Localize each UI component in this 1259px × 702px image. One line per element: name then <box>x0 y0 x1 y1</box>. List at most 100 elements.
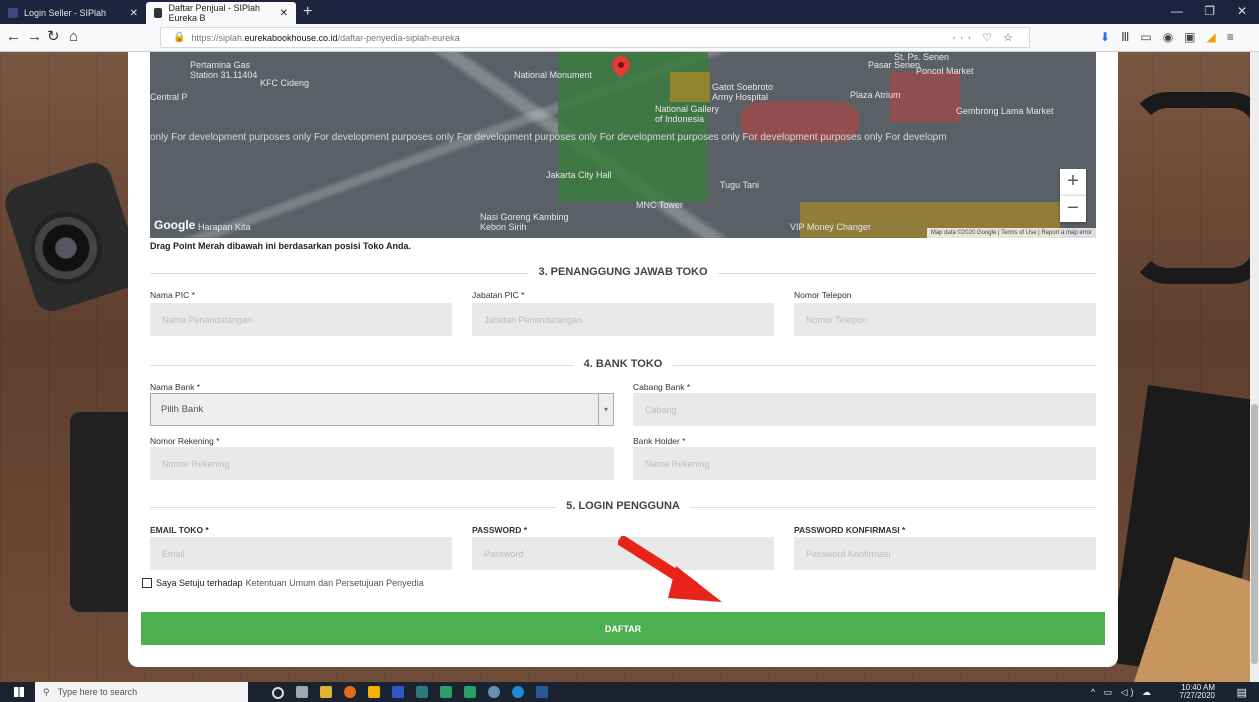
map-label: Poncol Market <box>916 66 974 76</box>
map-dev-watermark: only For development purposes only For d… <box>150 132 947 143</box>
map-label: Plaza Atrium <box>850 90 901 100</box>
section-header-bank: 4. BANK TOKO <box>150 358 1096 372</box>
scrollbar-thumb[interactable] <box>1251 404 1258 664</box>
agree-checkbox[interactable] <box>142 578 152 588</box>
tab-daftar-penjual[interactable]: Daftar Penjual - SIPlah Eureka B ✕ <box>146 2 296 24</box>
bank-holder-label: Bank Holder * <box>633 436 686 446</box>
tab-close-icon[interactable]: ✕ <box>130 8 138 19</box>
registration-card: Pertamina Gas Station 31.11404 KFC Ciden… <box>128 52 1118 667</box>
app-icon[interactable] <box>488 686 500 698</box>
password-konfirmasi-label: PASSWORD KONFIRMASI * <box>794 525 906 535</box>
url-host: eurekabookhouse.co.id <box>244 32 338 43</box>
tab-login-seller[interactable]: Login Seller - SIPlah ✕ <box>0 2 146 24</box>
clock-date: 7/27/2020 <box>1179 691 1215 700</box>
google-logo: Google <box>154 218 196 232</box>
email-toko-input[interactable]: Email <box>150 537 452 570</box>
background-camera-lens <box>30 212 102 284</box>
nama-bank-select[interactable]: Pilih Bank ▾ <box>150 393 614 426</box>
menu-icon[interactable]: ≡ <box>1227 30 1234 44</box>
tab-label: Daftar Penjual - SIPlah Eureka B <box>168 3 261 23</box>
nama-bank-selected: Pilih Bank <box>161 404 204 415</box>
map-zoom-in-button[interactable]: + <box>1060 169 1086 195</box>
drag-instruction: Drag Point Merah dibawah ini berdasarkan… <box>150 241 412 251</box>
nomor-telepon-input[interactable]: Nomor Telepon <box>794 303 1096 336</box>
addon-icon[interactable]: ◢ <box>1207 30 1216 44</box>
close-window-icon[interactable]: ✕ <box>1237 4 1247 18</box>
email-toko-label: EMAIL TOKO * <box>150 525 209 535</box>
page-actions-menu[interactable]: ··· ♡ ☆ <box>952 31 1017 44</box>
map-label: Tugu Tani <box>720 180 760 190</box>
new-tab-button[interactable]: + <box>303 2 312 22</box>
app-icon[interactable] <box>416 686 428 698</box>
map-label: Nasi Goreng Kambing Kebon Sirih <box>480 212 569 232</box>
agree-text: Saya Setuju terhadap <box>156 578 243 588</box>
url-bar[interactable]: 🔒 https://siplah. eurekabookhouse.co.id/d… <box>160 27 1030 48</box>
home-icon[interactable]: ⌂ <box>69 28 78 46</box>
terms-link[interactable]: Ketentuan Umum dan Persetujuan Penyedia <box>246 578 424 588</box>
toolbar-icons: ⬇ Ⅲ ▭ ◉ ▣ ◢ ≡ <box>1100 30 1234 44</box>
reload-icon[interactable]: ↻ <box>47 28 60 46</box>
library-icon[interactable]: Ⅲ <box>1121 30 1129 44</box>
task-view-icon[interactable] <box>296 686 308 698</box>
app-icon[interactable] <box>392 686 404 698</box>
nama-pic-input[interactable]: Nama Penandatangan <box>150 303 452 336</box>
daftar-button[interactable]: DAFTAR <box>141 612 1105 645</box>
lock-icon: 🔒 <box>173 32 186 43</box>
password-label: PASSWORD * <box>472 525 528 535</box>
search-icon: ⚲ <box>43 686 50 697</box>
minimize-icon[interactable]: — <box>1171 4 1183 18</box>
extension-icon[interactable]: ◉ <box>1163 30 1173 44</box>
app-icon[interactable] <box>368 686 380 698</box>
nomor-telepon-label: Nomor Telepon <box>794 290 852 300</box>
map-label: Harapan Kita <box>198 222 251 232</box>
app-icon[interactable] <box>440 686 452 698</box>
file-explorer-icon[interactable] <box>320 686 332 698</box>
cortana-icon[interactable] <box>272 687 284 699</box>
taskbar-search[interactable]: ⚲ Type here to search <box>35 682 248 702</box>
location-map[interactable]: Pertamina Gas Station 31.11404 KFC Ciden… <box>150 52 1096 238</box>
cabang-bank-input[interactable]: Cabang <box>633 393 1096 426</box>
agreement-row: Saya Setuju terhadap Ketentuan Umum dan … <box>142 578 424 588</box>
forward-icon[interactable]: → <box>27 28 42 46</box>
taskbar-search-placeholder: Type here to search <box>57 687 138 697</box>
nomor-rekening-input[interactable]: Nomor Rekening <box>150 447 614 480</box>
back-icon[interactable]: ← <box>6 28 21 46</box>
word-icon[interactable] <box>536 686 548 698</box>
tab-close-icon[interactable]: ✕ <box>280 8 288 19</box>
map-label: Central P <box>150 92 188 102</box>
section-title: 3. PENANGGUNG JAWAB TOKO <box>528 266 718 278</box>
edge-icon[interactable] <box>512 686 524 698</box>
clock[interactable]: 10:40 AM 7/27/2020 <box>1179 684 1215 700</box>
bank-holder-input[interactable]: Nama Rekening <box>633 447 1096 480</box>
map-label: National Gallery of Indonesia <box>655 104 720 124</box>
screenshot-icon[interactable]: ▣ <box>1184 30 1195 44</box>
scrollbar[interactable] <box>1250 52 1259 682</box>
map-label: National Monument <box>514 70 593 80</box>
browser-titlebar: Login Seller - SIPlah ✕ Daftar Penjual -… <box>0 0 1259 24</box>
download-icon[interactable]: ⬇ <box>1100 30 1110 44</box>
url-prefix: https://siplah. <box>191 32 245 43</box>
map-attribution[interactable]: Map data ©2020 Google | Terms of Use | R… <box>926 228 1096 238</box>
nama-pic-label: Nama PIC * <box>150 290 195 300</box>
jabatan-pic-label: Jabatan PIC * <box>472 290 525 300</box>
section-header-pic: 3. PENANGGUNG JAWAB TOKO <box>150 266 1096 280</box>
map-zoom-out-button[interactable]: − <box>1060 195 1086 222</box>
map-area <box>670 72 710 102</box>
nomor-rekening-label: Nomor Rekening * <box>150 436 220 446</box>
page-viewport: Pertamina Gas Station 31.11404 KFC Ciden… <box>0 52 1259 682</box>
password-konfirmasi-input[interactable]: Password Konfirmasi <box>794 537 1096 570</box>
restore-icon[interactable]: ❐ <box>1204 4 1215 18</box>
sidebar-icon[interactable]: ▭ <box>1140 30 1151 44</box>
nama-bank-label: Nama Bank * <box>150 382 201 392</box>
tab-label: Login Seller - SIPlah <box>24 8 107 18</box>
url-path: /daftar-penyedia-siplah-eureka <box>337 32 460 43</box>
system-tray-icons[interactable]: ^ ▭ ◁) ☁ <box>1091 687 1154 698</box>
jabatan-pic-input[interactable]: Jabatan Penandatangan <box>472 303 774 336</box>
firefox-icon[interactable] <box>344 686 356 698</box>
windows-start-icon[interactable] <box>14 687 24 697</box>
map-label: Gembrong Lama Market <box>956 106 1054 116</box>
map-label: Gatot Soebroto Army Hospital <box>712 82 774 102</box>
notification-icon[interactable]: ▤ <box>1237 686 1247 699</box>
app-icon[interactable] <box>464 686 476 698</box>
red-arrow-annotation <box>618 536 722 602</box>
